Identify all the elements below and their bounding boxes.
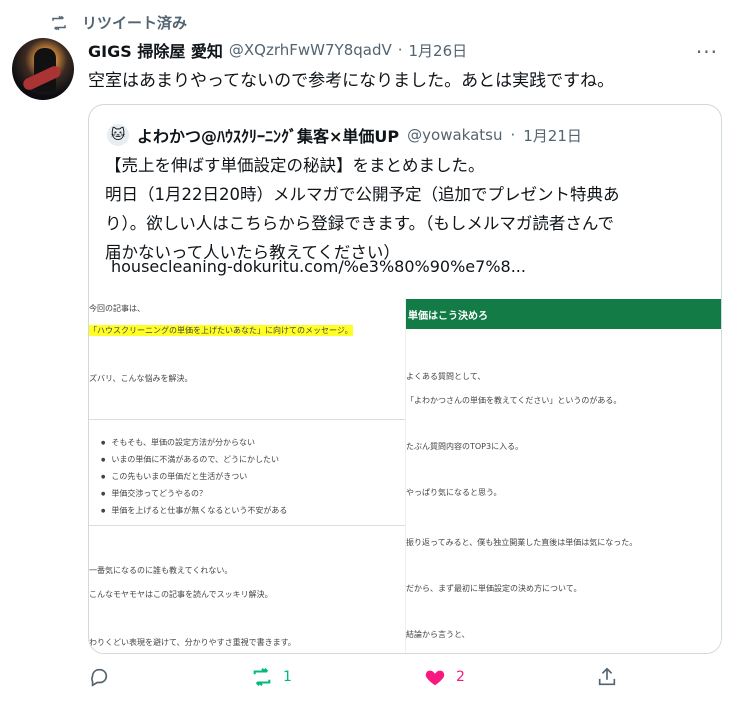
bullet-item: そもそも、単価の設定方法が分からない	[101, 437, 255, 448]
handle[interactable]: @XQzrhFwW7Y8qadV	[229, 41, 392, 59]
media-text: ズバリ、こんな悩みを解決。	[89, 374, 193, 383]
tweet-date[interactable]: 1月26日	[409, 40, 468, 61]
retweet-button[interactable]: 1	[251, 666, 292, 688]
media-text: 一番気になるのに誰も教えてくれない。	[89, 566, 233, 575]
quoted-avatar[interactable]: 🐱	[107, 124, 129, 146]
bullet-item: いまの単価に不満があるので、どうにかしたい	[101, 454, 279, 465]
tweet-actions: 1 2	[88, 666, 628, 696]
media-text: 結論から言うと、	[406, 630, 470, 639]
media-text: わりくどい表現を避けて、分かりやすさ重視で書きます。	[89, 638, 296, 647]
bullet-item: 単価を上げると仕事が無くなるという不安がある	[101, 505, 287, 516]
retweeted-indicator: リツイート済み	[50, 12, 187, 33]
media-text: 今回の記事は、	[89, 304, 145, 313]
avatar[interactable]	[12, 38, 74, 100]
reply-button[interactable]	[88, 666, 120, 688]
divider	[89, 525, 405, 526]
display-name[interactable]: GIGS 掃除屋 愛知	[88, 38, 223, 62]
retweet-icon	[52, 15, 66, 30]
share-button[interactable]	[596, 666, 618, 688]
media-image-left: 今回の記事は、 「ハウスクリーニングの単価を上げたいあなた」に向けてのメッセージ…	[89, 297, 405, 653]
quoted-text-line: 明日（1月22日20時）メルマガで公開予定（追加でプレゼント特典あ	[105, 185, 620, 204]
quoted-tweet-header: 🐱 よわかつ@ﾊｳｽｸﾘｰﾆﾝｸﾞ集客×単価UP @yowakatsu · 1月…	[107, 123, 582, 147]
reply-icon	[91, 668, 108, 687]
quoted-media[interactable]: 今回の記事は、 「ハウスクリーニングの単価を上げたいあなた」に向けてのメッセージ…	[89, 297, 721, 653]
retweet-count: 1	[283, 669, 292, 685]
bullet-item: 単価交渉ってどうやるの？	[101, 488, 207, 499]
media-text: よくある質問として、	[406, 372, 486, 381]
bullet-item: この先もいまの単価だと生活がきつい	[101, 471, 247, 482]
separator-dot: ·	[510, 126, 516, 144]
media-text: 「よわかつさんの単価を教えてください」というのがある。	[406, 396, 622, 405]
more-options-icon[interactable]: ···	[696, 40, 718, 64]
separator-dot: ·	[397, 41, 403, 59]
quoted-link[interactable]: housecleaning-dokuritu.com/%e3%80%90%e7%…	[111, 257, 526, 276]
quoted-display-name[interactable]: よわかつ@ﾊｳｽｸﾘｰﾆﾝｸﾞ集客×単価UP	[137, 123, 399, 147]
media-highlight-text: 「ハウスクリーニングの単価を上げたいあなた」に向けてのメッセージ。	[89, 325, 353, 336]
media-text: たぶん質問内容のTOP3に入る。	[406, 442, 524, 451]
divider	[89, 419, 405, 420]
like-button[interactable]: 2	[424, 666, 465, 688]
quoted-text-line: り）。欲しい人はこちらから登録できます。（もしメルマガ読者さんで	[105, 214, 615, 233]
heart-icon	[425, 670, 445, 686]
quoted-tweet[interactable]: 🐱 よわかつ@ﾊｳｽｸﾘｰﾆﾝｸﾞ集客×単価UP @yowakatsu · 1月…	[88, 104, 722, 654]
media-text: やっぱり気になると思う。	[406, 488, 502, 497]
quoted-handle[interactable]: @yowakatsu	[407, 126, 502, 144]
like-count: 2	[456, 669, 465, 685]
tweet-text: 空室はあまりやってないので参考になりました。あとは実践ですね。	[88, 71, 615, 91]
quoted-text: 【売上を伸ばす単価設定の秘訣】をまとめました。 明日（1月22日20時）メルマガ…	[105, 151, 715, 267]
quoted-text-line: 【売上を伸ばす単価設定の秘訣】をまとめました。	[105, 156, 485, 175]
tweet-header: GIGS 掃除屋 愛知 @XQzrhFwW7Y8qadV · 1月26日	[88, 38, 467, 62]
media-text: こんなモヤモヤはこの記事を読んでスッキリ解決。	[89, 590, 273, 599]
media-text: 振り返ってみると、僕も独立開業した直後は単価は気になった。	[406, 538, 638, 547]
media-text: だから、まず最初に単価設定の決め方について。	[406, 584, 582, 593]
share-icon	[598, 667, 616, 686]
quoted-date[interactable]: 1月21日	[523, 125, 582, 146]
retweet-icon	[253, 668, 271, 686]
media-image-right: 単価はこう決めろ よくある質問として、 「よわかつさんの単価を教えてください」と…	[405, 297, 721, 653]
media-heading: 単価はこう決めろ	[406, 299, 721, 329]
retweeted-label: リツイート済み	[82, 14, 188, 32]
